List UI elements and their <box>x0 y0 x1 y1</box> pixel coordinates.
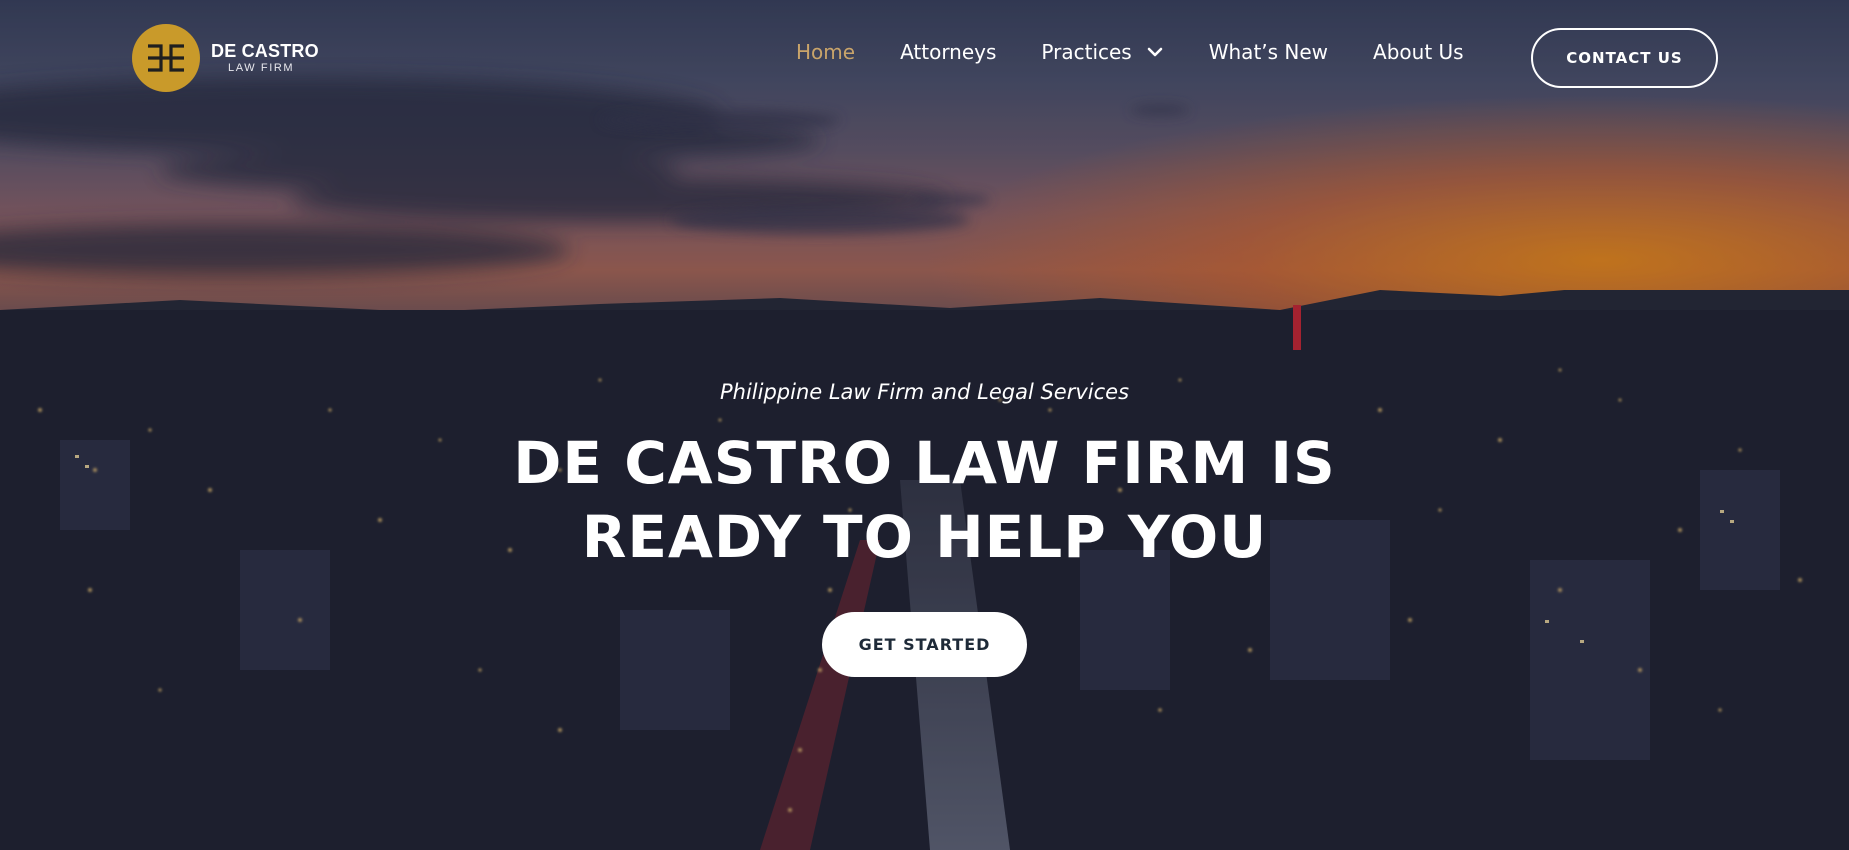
nav-item-label: Home <box>796 40 856 64</box>
hero-section: DE CASTRO LAW FIRM Home Attorneys Practi… <box>0 0 1849 850</box>
nav-item-about-us[interactable]: About Us <box>1373 40 1464 64</box>
logo-name: DE CASTRO <box>211 41 319 61</box>
contact-us-button[interactable]: CONTACT US <box>1531 28 1718 88</box>
logo-subtitle: LAW FIRM <box>228 62 295 74</box>
logo-text: DE CASTRO LAW FIRM <box>211 42 319 74</box>
nav-item-label: About Us <box>1373 40 1464 64</box>
nav-item-label: What’s New <box>1208 40 1329 64</box>
hero-headline-line1: DE CASTRO LAW FIRM IS <box>513 429 1336 497</box>
main-nav: Home Attorneys Practices What’s New Abou… <box>796 40 1464 64</box>
hero-headline-line2: READY TO HELP YOU <box>581 503 1268 571</box>
nav-item-label: Attorneys <box>900 40 997 64</box>
chevron-down-icon[interactable] <box>1146 43 1164 61</box>
nav-item-attorneys[interactable]: Attorneys <box>900 40 996 64</box>
nav-item-home[interactable]: Home <box>796 40 855 64</box>
hero-tagline: Philippine Law Firm and Legal Services <box>719 380 1130 404</box>
get-started-button[interactable]: GET STARTED <box>822 612 1027 677</box>
nav-item-label: Practices <box>1041 40 1132 64</box>
nav-item-practices[interactable]: Practices <box>1041 40 1163 64</box>
site-header: DE CASTRO LAW FIRM Home Attorneys Practi… <box>0 0 1849 115</box>
hero-content: Philippine Law Firm and Legal Services D… <box>0 372 1849 677</box>
logo-icon <box>132 24 200 92</box>
hero-headline: DE CASTRO LAW FIRM IS READY TO HELP YOU <box>425 426 1425 574</box>
logo-link[interactable]: DE CASTRO LAW FIRM <box>132 23 319 93</box>
nav-item-whats-new[interactable]: What’s New <box>1209 40 1328 64</box>
